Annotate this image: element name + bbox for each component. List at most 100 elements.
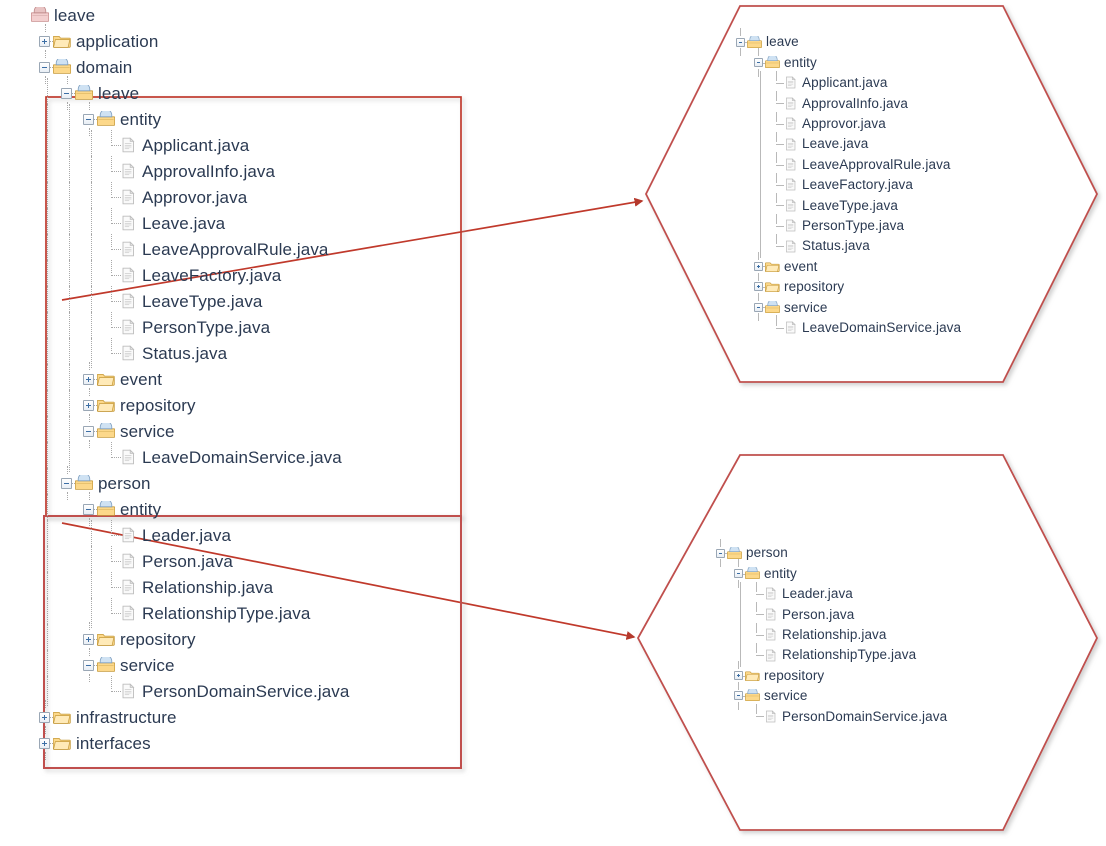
tree-node-file[interactable]: PersonType.java — [14, 312, 349, 342]
tree-node-package[interactable]: leave — [733, 28, 961, 57]
tree-node-package[interactable]: service — [733, 293, 961, 322]
collapse-toggle-icon[interactable] — [58, 466, 75, 500]
tree-node-file[interactable]: Person.java — [14, 546, 349, 576]
tree-node-file[interactable]: PersonDomainService.java — [14, 676, 349, 706]
tree-node-file[interactable]: Status.java — [14, 338, 349, 368]
tree-node-package[interactable]: person — [14, 466, 349, 500]
tree-node-file[interactable]: Applicant.java — [14, 130, 349, 160]
plus-box-icon[interactable] — [753, 282, 763, 292]
collapse-toggle-icon[interactable] — [751, 293, 766, 322]
collapse-toggle-icon[interactable] — [713, 539, 728, 568]
tree-node-package[interactable]: entity — [14, 492, 349, 526]
tree-node-folder[interactable]: repository — [14, 622, 349, 656]
tree-node-package[interactable]: domain — [14, 50, 349, 84]
minus-box-icon[interactable] — [83, 425, 94, 437]
tree-node-file[interactable]: Leave.java — [733, 131, 961, 157]
java-file-icon — [119, 345, 137, 361]
tree-node-package[interactable]: leave — [14, 2, 349, 28]
collapse-toggle-icon[interactable] — [80, 414, 97, 448]
minus-box-icon[interactable] — [733, 691, 743, 701]
minus-box-icon[interactable] — [61, 87, 72, 99]
minus-box-icon[interactable] — [83, 113, 94, 125]
plus-box-icon[interactable] — [733, 671, 743, 681]
plus-box-icon[interactable] — [753, 261, 763, 271]
tree-node-file[interactable]: LeaveDomainService.java — [14, 442, 349, 472]
tree-node-label: domain — [76, 57, 133, 77]
minus-box-icon[interactable] — [715, 548, 725, 558]
tree-node-file[interactable]: LeaveType.java — [14, 286, 349, 316]
plus-box-icon[interactable] — [39, 35, 50, 47]
tree-node-file[interactable]: PersonDomainService.java — [713, 704, 947, 726]
tree-node-folder[interactable]: interfaces — [14, 726, 349, 760]
tree-node-file[interactable]: PersonType.java — [733, 213, 961, 239]
tree-node-package[interactable]: service — [14, 414, 349, 448]
tree-node-folder[interactable]: application — [14, 24, 349, 58]
tree-node-package[interactable]: service — [14, 648, 349, 682]
tree-node-file[interactable]: LeaveFactory.java — [14, 260, 349, 290]
collapse-toggle-icon[interactable] — [80, 648, 97, 682]
expand-toggle-icon[interactable] — [36, 726, 53, 760]
tree-node-file[interactable]: Person.java — [713, 602, 947, 627]
tree-node-file[interactable]: Applicant.java — [733, 70, 961, 96]
tree-node-file[interactable]: Leader.java — [713, 581, 947, 607]
tree-node-file[interactable]: Approvor.java — [14, 182, 349, 212]
tree-node-package[interactable]: entity — [14, 102, 349, 136]
tree-node-file[interactable]: Relationship.java — [713, 622, 947, 648]
tree-node-file[interactable]: RelationshipType.java — [713, 642, 947, 668]
tree-node-package[interactable]: person — [713, 539, 947, 568]
tree-node-file[interactable]: LeaveType.java — [733, 193, 961, 218]
tree-node-package[interactable]: service — [713, 681, 947, 711]
person-aggregate-callout-tree[interactable]: person entity Leader.java Person.java Relati… — [713, 539, 947, 727]
tree-node-folder[interactable]: repository — [733, 272, 961, 302]
tree-node-folder[interactable]: repository — [14, 388, 349, 422]
tree-node-folder[interactable]: repository — [713, 661, 947, 690]
tree-node-package[interactable]: entity — [733, 48, 961, 77]
collapse-toggle-icon[interactable] — [80, 492, 97, 526]
collapse-toggle-icon[interactable] — [36, 50, 53, 84]
minus-box-icon[interactable] — [39, 61, 50, 73]
tree-node-file[interactable]: Status.java — [733, 233, 961, 259]
tree-indent — [751, 193, 769, 218]
plus-box-icon[interactable] — [83, 633, 94, 645]
tree-node-file[interactable]: Approvor.java — [733, 111, 961, 137]
minus-box-icon[interactable] — [83, 659, 94, 671]
project-explorer-tree[interactable]: leave application domain leave entity Applica… — [14, 2, 349, 760]
tree-indent — [80, 156, 102, 186]
collapse-toggle-icon[interactable] — [731, 681, 746, 711]
plus-box-icon[interactable] — [39, 737, 50, 749]
tree-node-file[interactable]: Leave.java — [14, 208, 349, 238]
tree-node-file[interactable]: LeaveDomainService.java — [733, 315, 961, 337]
collapse-toggle-icon[interactable] — [58, 76, 75, 110]
tree-node-file[interactable]: Leader.java — [14, 520, 349, 550]
plus-box-icon[interactable] — [83, 399, 94, 411]
minus-box-icon[interactable] — [753, 302, 763, 312]
tree-node-file[interactable]: LeaveFactory.java — [733, 172, 961, 198]
minus-box-icon[interactable] — [753, 58, 763, 68]
tree-node-label: LeaveType.java — [802, 197, 898, 213]
plus-box-icon[interactable] — [83, 373, 94, 385]
tree-indent — [58, 156, 80, 186]
leave-aggregate-callout-tree[interactable]: leave entity Applicant.java ApprovalInfo.ja… — [733, 28, 961, 338]
tree-node-file[interactable]: ApprovalInfo.java — [14, 156, 349, 186]
tree-node-folder[interactable]: event — [733, 252, 961, 281]
tree-node-folder[interactable]: event — [14, 362, 349, 396]
minus-box-icon[interactable] — [83, 503, 94, 515]
tree-node-folder[interactable]: infrastructure — [14, 700, 349, 734]
minus-box-icon[interactable] — [733, 569, 743, 579]
tree-node-file[interactable]: Relationship.java — [14, 572, 349, 602]
tree-node-file[interactable]: LeaveApprovalRule.java — [733, 152, 961, 178]
minus-box-icon[interactable] — [735, 37, 745, 47]
collapse-toggle-icon[interactable] — [731, 559, 746, 588]
tree-node-file[interactable]: ApprovalInfo.java — [733, 91, 961, 116]
minus-box-icon[interactable] — [61, 477, 72, 489]
tree-node-package[interactable]: leave — [14, 76, 349, 110]
collapse-toggle-icon[interactable] — [751, 48, 766, 77]
tree-node-file[interactable]: LeaveApprovalRule.java — [14, 234, 349, 264]
tree-node-package[interactable]: entity — [713, 559, 947, 588]
plus-box-icon[interactable] — [39, 711, 50, 723]
collapse-toggle-icon[interactable] — [733, 28, 748, 57]
collapse-toggle-icon[interactable] — [80, 102, 97, 136]
tree-node-file[interactable]: RelationshipType.java — [14, 598, 349, 628]
